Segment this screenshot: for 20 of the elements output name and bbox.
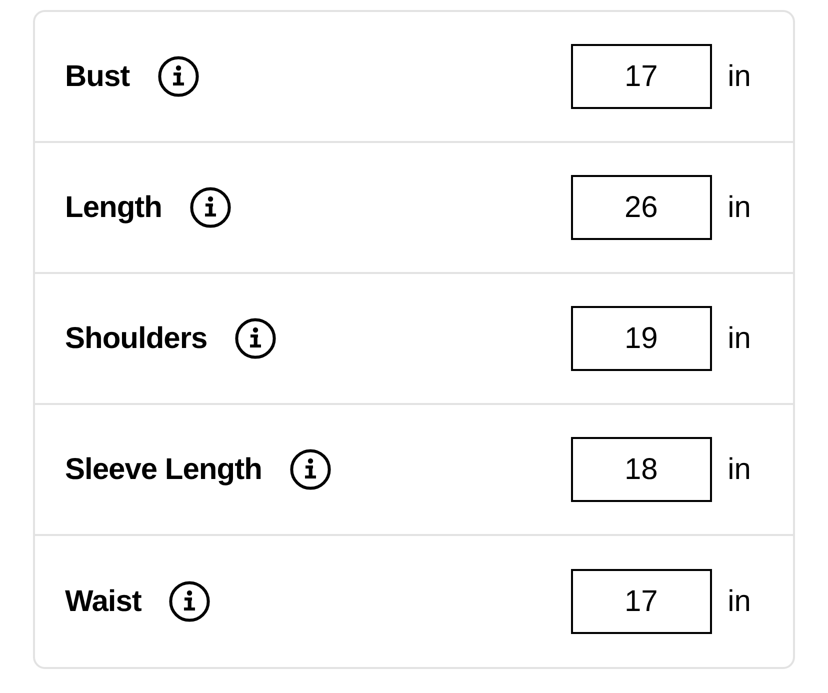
info-icon[interactable]: [235, 318, 276, 359]
measurement-label: Sleeve Length: [65, 452, 262, 488]
info-icon[interactable]: [190, 187, 231, 228]
measurement-input[interactable]: 17: [570, 44, 712, 109]
measurement-label: Shoulders: [65, 321, 208, 357]
measurement-input[interactable]: 19: [570, 306, 712, 371]
measurement-input[interactable]: 18: [570, 437, 712, 502]
unit-label: in: [728, 190, 751, 226]
measurement-label: Waist: [65, 584, 142, 620]
measurement-label: Length: [65, 190, 162, 226]
unit-label: in: [728, 59, 751, 95]
measurement-input[interactable]: 26: [570, 175, 712, 240]
measurement-label: Bust: [65, 59, 130, 95]
unit-label: in: [728, 321, 751, 357]
info-icon[interactable]: [158, 56, 199, 97]
unit-label: in: [728, 452, 751, 488]
unit-label: in: [728, 584, 751, 620]
info-icon[interactable]: [290, 449, 331, 490]
measurement-input[interactable]: 17: [570, 569, 712, 634]
info-icon[interactable]: [169, 581, 210, 622]
